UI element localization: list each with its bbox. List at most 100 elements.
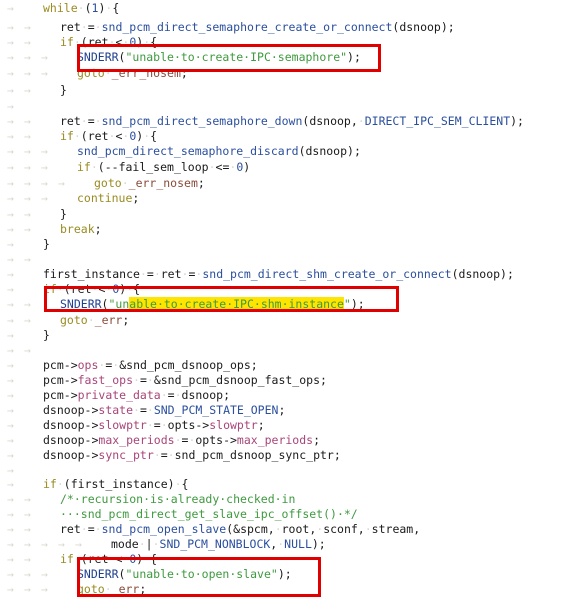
token-punct: ( bbox=[84, 1, 92, 15]
code-line[interactable]: dsnoop->max_periods·=·opts->max_periods; bbox=[43, 433, 320, 448]
tab-indicator-icon: → bbox=[7, 267, 14, 281]
tab-indicator-icon: → bbox=[24, 297, 31, 311]
token-plain: (&spcm, bbox=[226, 522, 275, 536]
code-line[interactable]: pcm->private_data·=·dsnoop; bbox=[43, 388, 230, 403]
token-punct: } bbox=[60, 207, 67, 221]
token-dot: · bbox=[73, 552, 81, 566]
tab-indicator-icon: → bbox=[58, 176, 65, 190]
token-dot: · bbox=[90, 160, 98, 174]
tab-indicator-icon: → bbox=[7, 252, 14, 266]
token-punct: { bbox=[181, 477, 189, 491]
code-line[interactable]: if·(ret·<·0)·{ bbox=[60, 35, 157, 50]
code-line[interactable]: while·(1)·{ bbox=[43, 1, 119, 16]
tab-indicator-icon: → bbox=[24, 66, 31, 80]
code-line[interactable]: SNDERR("unable·to·create·IPC·shm·instanc… bbox=[60, 297, 365, 312]
tab-indicator-icon: → bbox=[7, 282, 14, 296]
code-line[interactable]: } bbox=[60, 83, 67, 98]
tab-indicator-icon: → bbox=[7, 176, 14, 190]
tab-indicator-icon: → bbox=[7, 191, 14, 205]
token-keyword: goto bbox=[77, 582, 105, 596]
tab-indicator-icon: → bbox=[24, 129, 31, 143]
tab-indicator-icon: → bbox=[75, 537, 82, 551]
code-line[interactable]: ret·=·snd_pcm_open_slave(&spcm,·root,·sc… bbox=[60, 522, 420, 537]
code-line[interactable]: ret·=·snd_pcm_direct_semaphore_down(dsno… bbox=[60, 114, 524, 129]
code-editor-viewport[interactable]: → while·(1)·{→ → ret·=·snd_pcm_direct_semap… bbox=[0, 0, 581, 599]
token-plain: stream, bbox=[371, 522, 421, 536]
token-dot: · bbox=[357, 114, 365, 128]
token-dot: · bbox=[364, 522, 372, 536]
token-dot: · bbox=[94, 20, 102, 34]
code-line[interactable]: ···snd_pcm_direct_get_slave_ipc_offset()… bbox=[60, 507, 358, 522]
tab-indicator-icon: → bbox=[24, 222, 31, 236]
tab-indicator-icon: → bbox=[24, 492, 31, 506]
token-plain: dsnoop; bbox=[181, 388, 230, 402]
token-plain: ret bbox=[160, 267, 182, 281]
code-line[interactable]: if·(--fail_sem_loop·<=·0) bbox=[77, 160, 250, 175]
token-dot: · bbox=[153, 448, 161, 462]
code-line[interactable]: goto·_err_nosem; bbox=[77, 66, 188, 81]
token-plain: ; bbox=[313, 433, 321, 447]
code-line[interactable]: } bbox=[43, 328, 50, 343]
code-line[interactable]: goto·_err_nosem; bbox=[94, 176, 205, 191]
code-line[interactable]: ret·=·snd_pcm_direct_semaphore_create_or… bbox=[60, 20, 455, 35]
code-line[interactable]: } bbox=[43, 237, 50, 252]
tab-indicator-icon: → bbox=[41, 66, 48, 80]
tab-indicator-icon: → bbox=[7, 297, 14, 311]
code-line[interactable]: goto·_err; bbox=[77, 582, 146, 597]
tab-indicator-icon: → bbox=[7, 343, 14, 357]
code-line[interactable]: break; bbox=[60, 222, 102, 237]
code-line[interactable]: snd_pcm_direct_semaphore_discard(dsnoop)… bbox=[77, 144, 361, 159]
code-line[interactable]: SNDERR("unable·to·open·slave"); bbox=[77, 567, 292, 582]
token-plain: (dsnoop); bbox=[451, 267, 514, 281]
tab-indicator-icon: → bbox=[24, 50, 31, 64]
code-line[interactable]: /*·recursion·is·already·checked·in bbox=[60, 492, 295, 507]
token-member: max_periods bbox=[236, 433, 314, 447]
code-line[interactable]: SNDERR("unable·to·create·IPC·semaphore")… bbox=[77, 50, 361, 65]
tab-indicator-icon: → bbox=[24, 20, 31, 34]
token-plain: = bbox=[87, 522, 95, 536]
token-punct: ; bbox=[94, 222, 102, 236]
code-line[interactable]: first_instance·=·ret·=·snd_pcm_direct_sh… bbox=[43, 267, 514, 282]
token-func: snd_pcm_open_slave bbox=[101, 522, 227, 536]
code-line[interactable]: pcm->ops·=·&snd_pcm_dsnoop_ops; bbox=[43, 358, 258, 373]
token-plain: mode bbox=[111, 537, 139, 551]
token-plain: ; bbox=[139, 582, 147, 596]
token-punct: { bbox=[133, 282, 141, 296]
code-line[interactable]: if·(ret·<·0)·{ bbox=[43, 282, 140, 297]
tab-indicator-icon: → bbox=[7, 448, 14, 462]
token-member: sync_ptr bbox=[98, 448, 154, 462]
code-line[interactable]: dsnoop->state·=·SND_PCM_STATE_OPEN; bbox=[43, 403, 285, 418]
token-dot: · bbox=[174, 388, 182, 402]
token-dot: · bbox=[56, 282, 64, 296]
token-member: slowptr bbox=[98, 418, 147, 432]
token-punct: { bbox=[150, 552, 158, 566]
token-plain: sconf, bbox=[323, 522, 365, 536]
token-keyword: if bbox=[77, 160, 91, 174]
tab-indicator-icon: → bbox=[7, 1, 14, 15]
code-line[interactable]: continue; bbox=[77, 191, 139, 206]
code-line[interactable]: } bbox=[60, 207, 67, 222]
token-keyword: if bbox=[60, 129, 74, 143]
token-plain: (ret bbox=[80, 129, 109, 143]
token-dot: · bbox=[138, 537, 146, 551]
code-line[interactable]: mode·|·SND_PCM_NONBLOCK,·NULL); bbox=[111, 537, 326, 552]
token-member: private_data bbox=[77, 388, 161, 402]
code-line[interactable]: pcm->fast_ops·=·&snd_pcm_dsnoop_fast_ops… bbox=[43, 373, 327, 388]
code-line[interactable]: if·(first_instance)·{ bbox=[43, 477, 188, 492]
token-plain: ) bbox=[243, 160, 251, 174]
code-line[interactable]: dsnoop->slowptr·=·opts->slowptr; bbox=[43, 418, 265, 433]
token-plain: (ret bbox=[80, 552, 109, 566]
tab-indicator-icon: → bbox=[7, 35, 14, 49]
token-comment: /*·recursion·is·already·checked·in bbox=[60, 492, 296, 506]
tab-indicator-icon: → bbox=[7, 537, 14, 551]
code-line[interactable]: if·(ret·<·0)·{ bbox=[60, 129, 157, 144]
code-line[interactable]: if·(ret·<·0)·{ bbox=[60, 552, 157, 567]
tab-indicator-icon: → bbox=[41, 176, 48, 190]
token-member: fast_ops bbox=[77, 373, 134, 387]
token-dot: · bbox=[160, 418, 168, 432]
code-line[interactable]: goto·_err; bbox=[60, 313, 129, 328]
token-plain: dsnoop-> bbox=[43, 433, 99, 447]
tab-indicator-icon: → bbox=[24, 507, 31, 521]
token-plain: ); bbox=[510, 114, 524, 128]
code-line[interactable]: dsnoop->sync_ptr·=·snd_pcm_dsnoop_sync_p… bbox=[43, 448, 341, 463]
